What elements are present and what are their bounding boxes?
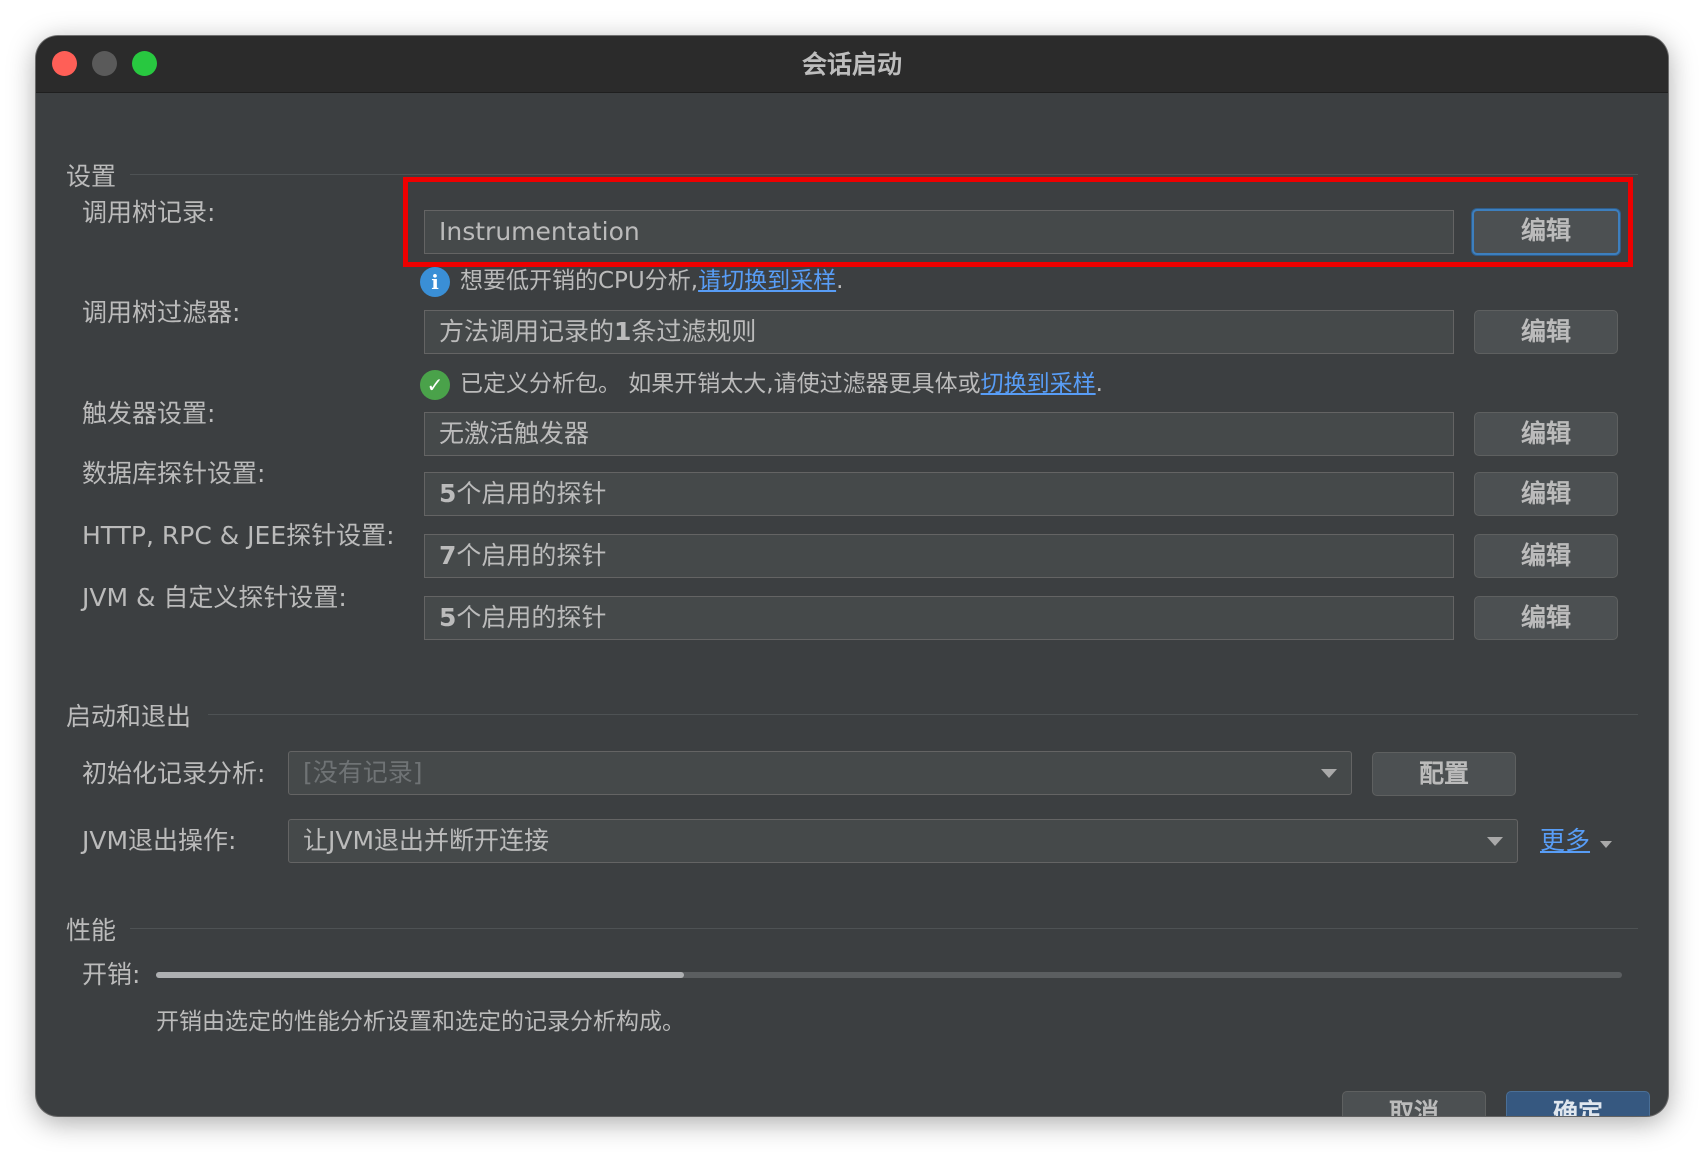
http-probe-settings-field[interactable]: 7个启用的探针 <box>424 534 1454 578</box>
check-icon: ✓ <box>420 369 450 400</box>
chevron-down-icon <box>1321 769 1337 778</box>
jvm-probe-settings-field[interactable]: 5个启用的探针 <box>424 596 1454 640</box>
initial-recording-value: [没有记录] <box>303 758 423 787</box>
info-hint-suffix: . <box>836 268 844 294</box>
info-hint: i 想要低开销的CPU分析,请切换到采样. <box>420 264 843 298</box>
ok-hint-text: 已定义分析包。 如果开销太大,请使过滤器更具体或 <box>460 371 981 397</box>
edit-db-probe-settings-button[interactable]: 编辑 <box>1474 472 1618 516</box>
switch-to-sampling-link[interactable]: 请切换到采样 <box>698 268 836 294</box>
configure-button[interactable]: 配置 <box>1372 752 1516 796</box>
section-separator <box>208 714 1638 715</box>
jvm-exit-dropdown[interactable]: 让JVM退出并断开连接 <box>288 819 1518 863</box>
chevron-down-icon <box>1487 837 1503 846</box>
filter-value-suffix: 条过滤规则 <box>631 317 757 346</box>
edit-jvm-probe-settings-button[interactable]: 编辑 <box>1474 596 1618 640</box>
db-probe-count: 5 <box>439 479 457 508</box>
call-tree-filter-field[interactable]: 方法调用记录的1条过滤规则 <box>424 310 1454 354</box>
initial-recording-label: 初始化记录分析: <box>82 759 266 788</box>
info-icon: i <box>420 266 450 297</box>
dialog-content: 设置 调用树记录: Instrumentation 编辑 i 想要低开销的CPU分… <box>36 93 1668 1116</box>
session-startup-dialog: 会话启动 设置 调用树记录: Instrumentation 编辑 i 想要低开销… <box>36 36 1668 1116</box>
edit-call-tree-filter-button[interactable]: 编辑 <box>1474 310 1618 354</box>
overhead-meter <box>156 972 1622 978</box>
chevron-down-icon <box>1600 841 1613 848</box>
db-probe-settings-label: 数据库探针设置: <box>82 459 266 488</box>
http-probe-settings-label: HTTP, RPC & JEE探针设置: <box>82 521 395 550</box>
overhead-meter-fill <box>156 972 684 978</box>
jvm-probe-count: 5 <box>439 603 457 632</box>
edit-http-probe-settings-button[interactable]: 编辑 <box>1474 534 1618 578</box>
jvm-exit-value: 让JVM退出并断开连接 <box>303 826 550 855</box>
highlight-box <box>403 177 1633 267</box>
info-hint-text: 想要低开销的CPU分析, <box>460 268 699 294</box>
section-title-settings: 设置 <box>66 162 117 191</box>
ok-hint: ✓ 已定义分析包。 如果开销太大,请使过滤器更具体或切换到采样. <box>420 367 1103 401</box>
ok-button[interactable]: 确定 <box>1506 1091 1650 1116</box>
db-probe-settings-field[interactable]: 5个启用的探针 <box>424 472 1454 516</box>
edit-trigger-settings-button[interactable]: 编辑 <box>1474 412 1618 456</box>
trigger-settings-label: 触发器设置: <box>82 399 216 428</box>
switch-to-sampling-link-2[interactable]: 切换到采样 <box>981 371 1096 397</box>
overhead-label: 开销: <box>82 960 141 989</box>
more-menu[interactable]: 更多 <box>1540 821 1613 861</box>
section-title-startup-exit: 启动和退出 <box>66 702 192 731</box>
title-bar: 会话启动 <box>36 36 1668 93</box>
filter-count: 1 <box>614 317 632 346</box>
section-title-performance: 性能 <box>66 916 117 945</box>
call-tree-filter-label: 调用树过滤器: <box>82 298 241 327</box>
http-probe-suffix: 个启用的探针 <box>456 541 607 570</box>
trigger-settings-field[interactable]: 无激活触发器 <box>424 412 1454 456</box>
jvm-exit-label: JVM退出操作: <box>82 826 237 855</box>
section-separator <box>130 174 1638 175</box>
db-probe-suffix: 个启用的探针 <box>456 479 607 508</box>
more-link[interactable]: 更多 <box>1540 826 1590 855</box>
window-title: 会话启动 <box>801 50 902 79</box>
call-tree-recording-label: 调用树记录: <box>82 198 216 227</box>
overhead-description: 开销由选定的性能分析设置和选定的记录分析构成。 <box>156 1009 685 1035</box>
jvm-probe-settings-label: JVM & 自定义探针设置: <box>82 583 347 612</box>
filter-value-prefix: 方法调用记录的 <box>439 317 615 346</box>
initial-recording-dropdown[interactable]: [没有记录] <box>288 751 1352 795</box>
cancel-button[interactable]: 取消 <box>1342 1091 1486 1116</box>
section-separator <box>130 928 1638 929</box>
http-probe-count: 7 <box>439 541 457 570</box>
jvm-probe-suffix: 个启用的探针 <box>456 603 607 632</box>
ok-hint-suffix: . <box>1095 371 1103 397</box>
